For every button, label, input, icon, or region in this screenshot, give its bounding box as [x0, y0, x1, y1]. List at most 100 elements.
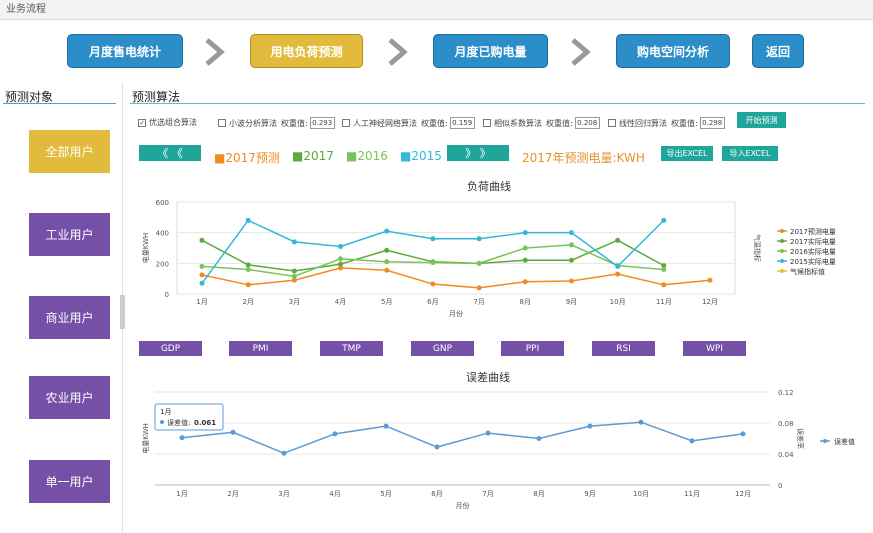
data-point — [383, 423, 389, 429]
checkbox-icon[interactable] — [483, 119, 491, 127]
legend-label: 气候指标值 — [790, 267, 825, 276]
data-point — [536, 436, 542, 441]
y-tick-label: 400 — [156, 230, 169, 238]
data-point — [384, 259, 390, 265]
sidebar-item-single[interactable]: 单一用户 — [29, 460, 110, 503]
x-tick-label: 10月 — [610, 298, 626, 306]
indicator-wpi-button[interactable]: WPI — [683, 341, 746, 356]
export-excel-button[interactable]: 导出EXCEL — [661, 146, 713, 161]
legend-label: 2016实际电量 — [790, 247, 836, 256]
data-point — [338, 256, 344, 262]
divider — [130, 103, 865, 104]
x-tick-label: 2月 — [242, 298, 253, 306]
data-point — [338, 243, 344, 249]
y-axis-label: 电量KWH — [141, 423, 150, 454]
x-tick-label: 3月 — [289, 298, 300, 306]
flow-purchased-button[interactable]: 月度已购电量 — [433, 34, 548, 68]
data-point — [707, 277, 713, 283]
data-point — [245, 262, 251, 268]
flow-load-forecast-button[interactable]: 用电负荷预测 — [250, 34, 363, 68]
y-tick-label: 600 — [156, 199, 169, 207]
x-tick-label: 12月 — [735, 490, 751, 498]
import-excel-button[interactable]: 导入EXCEL — [722, 146, 778, 161]
data-point — [615, 263, 621, 269]
legend-2016[interactable]: ■2016 — [346, 149, 388, 163]
chevron-right-icon — [571, 38, 591, 66]
splitter-handle[interactable] — [120, 295, 125, 329]
data-point — [199, 280, 205, 286]
weight-input[interactable]: 0.298 — [699, 117, 725, 129]
data-point — [615, 237, 621, 243]
x-tick-label: 9月 — [584, 490, 595, 498]
flow-space-analysis-button[interactable]: 购电空间分析 — [616, 34, 730, 68]
data-point — [740, 431, 746, 437]
data-point — [485, 430, 491, 436]
x-tick-label: 6月 — [431, 490, 442, 498]
algo-option-ann[interactable]: 人工神经网络算法 权重值: 0.159 — [342, 117, 475, 129]
data-point — [434, 444, 440, 450]
y-axis-label-right: 气温指标 — [753, 234, 762, 262]
legend-label: 2015实际电量 — [790, 257, 836, 266]
next-year-button[interactable]: 》 》 — [447, 145, 509, 161]
algo-option-similarity[interactable]: 相似系数算法 权重值: 0.208 — [483, 117, 600, 129]
topbar: 业务流程 — [0, 0, 873, 20]
indicator-pmi-button[interactable]: PMI — [229, 341, 292, 356]
legend-2015[interactable]: ■2015 — [400, 149, 442, 163]
legend-label: 2017预测电量 — [790, 227, 836, 236]
data-point — [661, 282, 667, 288]
indicator-ppi-button[interactable]: PPI — [501, 341, 564, 356]
data-point — [661, 217, 667, 223]
sidebar-item-all-users[interactable]: 全部用户 — [29, 130, 110, 173]
x-tick-label: 4月 — [329, 490, 340, 498]
data-point — [338, 261, 344, 267]
x-tick-label: 12月 — [702, 298, 718, 306]
x-tick-label: 1月 — [176, 490, 187, 498]
weight-input[interactable]: 0.293 — [309, 117, 335, 129]
sidebar-item-industrial[interactable]: 工业用户 — [29, 213, 110, 256]
algo-option-combo[interactable]: ✓ 优选组合算法 — [138, 117, 197, 128]
checkbox-icon[interactable] — [608, 119, 616, 127]
start-predict-button[interactable]: 开始预测 — [737, 112, 786, 128]
series-line — [201, 219, 665, 284]
data-point — [332, 431, 338, 437]
weight-input[interactable]: 0.208 — [574, 117, 600, 129]
algo-option-wavelet[interactable]: 小波分析算法 权重值: 0.293 — [218, 117, 335, 129]
sidebar-item-agricultural[interactable]: 农业用户 — [29, 376, 110, 419]
x-tick-label: 5月 — [381, 298, 392, 306]
indicator-rsi-button[interactable]: RSI — [592, 341, 655, 356]
load-chart: 600 400 200 0 1月 2月 3月 4月 5月 6月 7月 8月 9月 10月 11月 12月月份 电… — [141, 199, 836, 318]
data-point — [291, 239, 297, 245]
data-point — [568, 230, 574, 236]
indicator-tmp-button[interactable]: TMP — [320, 341, 383, 356]
x-tick-label: 11月 — [656, 298, 672, 306]
weight-input[interactable]: 0.159 — [449, 117, 475, 129]
back-button[interactable]: 返回 — [752, 34, 804, 68]
data-point — [384, 267, 390, 273]
checkbox-icon[interactable] — [218, 119, 226, 127]
legend-2017[interactable]: ■2017 — [292, 149, 334, 163]
x-tick-label: 9月 — [566, 298, 577, 306]
y-tick-label: 0 — [165, 291, 169, 299]
legend-2017-forecast[interactable]: ■2017预测 — [214, 149, 280, 166]
y-axis-label-right: 误差率 — [796, 428, 805, 449]
tooltip-title: 1月 — [160, 408, 171, 416]
data-point — [245, 282, 251, 288]
y-tick-label: 0.08 — [778, 420, 794, 428]
data-point — [245, 266, 251, 272]
y-tick-label: 0.12 — [778, 389, 794, 397]
indicator-gnp-button[interactable]: GNP — [411, 341, 474, 356]
checkbox-checked-icon[interactable]: ✓ — [138, 118, 146, 127]
indicator-gdp-button[interactable]: GDP — [139, 341, 202, 356]
data-point — [384, 228, 390, 234]
sidebar-item-commercial[interactable]: 商业用户 — [29, 296, 110, 339]
data-point — [430, 236, 436, 242]
data-point — [430, 281, 436, 287]
data-point — [199, 263, 205, 269]
prev-year-button[interactable]: 《 《 — [139, 145, 201, 161]
data-point — [245, 217, 251, 223]
checkbox-icon[interactable] — [342, 119, 350, 127]
algo-option-regression[interactable]: 线性回归算法 权重值: 0.298 — [608, 117, 725, 129]
flow-monthly-sales-button[interactable]: 月度售电统计 — [67, 34, 183, 68]
x-tick-label: 6月 — [427, 298, 438, 306]
data-point — [522, 257, 528, 263]
